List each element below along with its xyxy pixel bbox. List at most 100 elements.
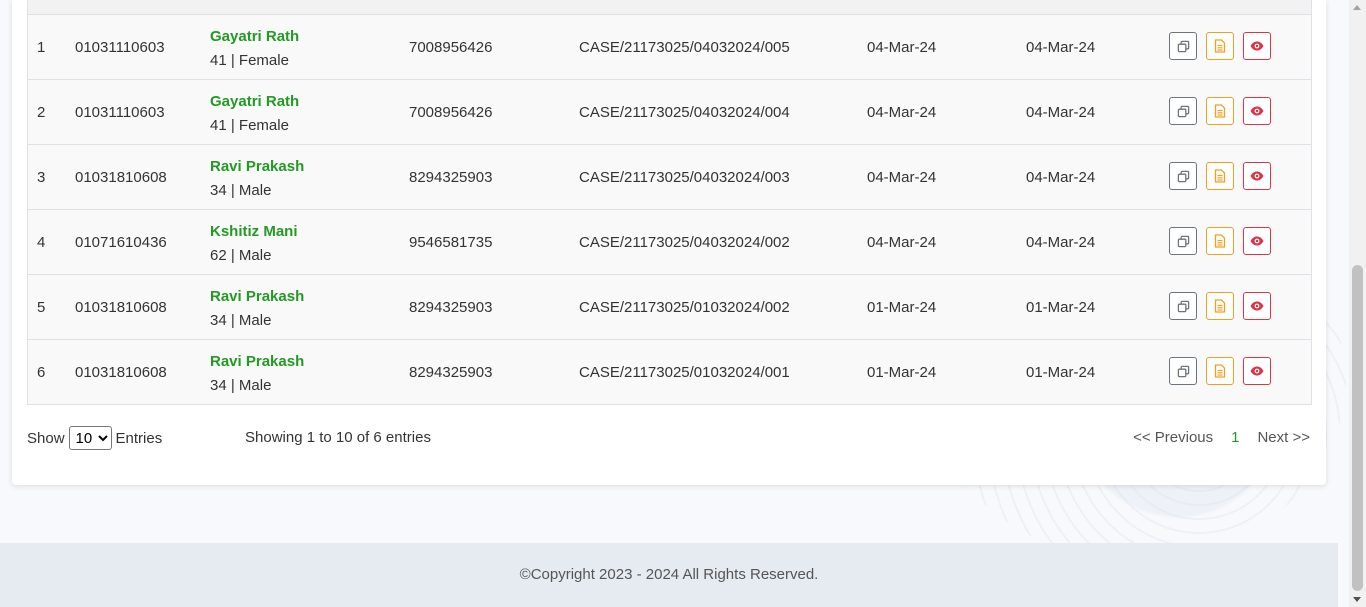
table-row: 1 01031110603 Gayatri Rath 41 | Female 7…	[28, 15, 1311, 80]
patient-name-link[interactable]: Gayatri Rath	[210, 92, 299, 112]
copy-button[interactable]	[1169, 227, 1197, 255]
patient-id: 01031810608	[75, 364, 167, 381]
case-date: 01-Mar-24	[867, 364, 937, 381]
row-number: 6	[37, 364, 46, 381]
view-button[interactable]	[1243, 32, 1271, 60]
eye-icon	[1250, 171, 1264, 181]
view-button[interactable]	[1243, 97, 1271, 125]
row-actions	[1169, 227, 1271, 255]
copy-icon	[1177, 105, 1190, 118]
document-button[interactable]	[1206, 227, 1234, 255]
copy-icon	[1177, 40, 1190, 53]
copy-button[interactable]	[1169, 32, 1197, 60]
view-button[interactable]	[1243, 292, 1271, 320]
table-row: 4 01071610436 Kshitiz Mani 62 | Male 954…	[28, 210, 1311, 275]
document-button[interactable]	[1206, 292, 1234, 320]
pagination: << Previous 1 Next >>	[1133, 429, 1310, 446]
document-button[interactable]	[1206, 357, 1234, 385]
copy-icon	[1177, 300, 1190, 313]
case-date: 04-Mar-24	[867, 104, 937, 121]
vertical-scrollbar[interactable]	[1349, 0, 1366, 607]
next-page-link[interactable]: Next >>	[1257, 429, 1310, 446]
document-icon	[1214, 234, 1226, 248]
entries-select[interactable]: 10	[68, 426, 112, 450]
row-actions	[1169, 97, 1271, 125]
copy-button[interactable]	[1169, 97, 1197, 125]
document-icon	[1214, 169, 1226, 183]
patient-info: Ravi Prakash 34 | Male	[210, 157, 304, 205]
copy-icon	[1177, 365, 1190, 378]
case-date: 04-Mar-24	[867, 39, 937, 56]
copy-button[interactable]	[1169, 357, 1197, 385]
patient-id: 01071610436	[75, 234, 167, 251]
row-number: 2	[37, 104, 46, 121]
document-button[interactable]	[1206, 32, 1234, 60]
scrollbar-thumb[interactable]	[1352, 265, 1363, 591]
case-number: CASE/21173025/01032024/001	[579, 364, 790, 381]
document-button[interactable]	[1206, 162, 1234, 190]
row-number: 3	[37, 169, 46, 186]
current-page[interactable]: 1	[1231, 429, 1239, 446]
table-row: 2 01031110603 Gayatri Rath 41 | Female 7…	[28, 80, 1311, 145]
patient-info: Gayatri Rath 41 | Female	[210, 27, 299, 75]
patient-name-link[interactable]: Ravi Prakash	[210, 157, 304, 177]
patient-id: 01031110603	[75, 39, 165, 56]
updated-date: 04-Mar-24	[1026, 234, 1096, 251]
patient-name-link[interactable]: Ravi Prakash	[210, 352, 304, 372]
results-card: 1 01031110603 Gayatri Rath 41 | Female 7…	[12, 0, 1326, 485]
patient-name-link[interactable]: Gayatri Rath	[210, 27, 299, 47]
patient-age-gender: 34 | Male	[210, 312, 272, 329]
patient-info: Ravi Prakash 34 | Male	[210, 352, 304, 400]
patient-age-gender: 41 | Female	[210, 117, 289, 134]
row-actions	[1169, 357, 1271, 385]
row-number: 5	[37, 299, 46, 316]
view-button[interactable]	[1243, 227, 1271, 255]
table-body: 1 01031110603 Gayatri Rath 41 | Female 7…	[28, 15, 1311, 404]
show-label: Show	[27, 429, 65, 447]
row-number: 1	[37, 39, 46, 56]
patient-age-gender: 41 | Female	[210, 52, 289, 69]
patient-id: 01031810608	[75, 169, 167, 186]
scroll-down-arrow-icon[interactable]	[1353, 597, 1361, 602]
case-date: 04-Mar-24	[867, 234, 937, 251]
view-button[interactable]	[1243, 162, 1271, 190]
phone-number: 8294325903	[409, 364, 493, 381]
updated-date: 01-Mar-24	[1026, 299, 1096, 316]
row-actions	[1169, 162, 1271, 190]
copy-button[interactable]	[1169, 162, 1197, 190]
patient-age-gender: 62 | Male	[210, 247, 272, 264]
updated-date: 01-Mar-24	[1026, 364, 1096, 381]
entries-label: Entries	[115, 429, 163, 447]
page-length-control: Show 10 Entries	[27, 426, 162, 450]
case-number: CASE/21173025/04032024/005	[579, 39, 790, 56]
table-header	[28, 0, 1311, 15]
eye-icon	[1250, 41, 1264, 51]
updated-date: 04-Mar-24	[1026, 169, 1096, 186]
phone-number: 8294325903	[409, 299, 493, 316]
case-date: 01-Mar-24	[867, 299, 937, 316]
table-row: 6 01031810608 Ravi Prakash 34 | Male 829…	[28, 340, 1311, 404]
patient-name-link[interactable]: Kshitiz Mani	[210, 222, 298, 242]
patient-info: Ravi Prakash 34 | Male	[210, 287, 304, 335]
previous-page-link[interactable]: << Previous	[1133, 429, 1213, 446]
copy-button[interactable]	[1169, 292, 1197, 320]
phone-number: 9546581735	[409, 234, 493, 251]
table-row: 5 01031810608 Ravi Prakash 34 | Male 829…	[28, 275, 1311, 340]
patient-id: 01031110603	[75, 104, 165, 121]
updated-date: 04-Mar-24	[1026, 104, 1096, 121]
phone-number: 7008956426	[409, 39, 493, 56]
scroll-up-arrow-icon[interactable]	[1353, 5, 1361, 10]
patient-name-link[interactable]: Ravi Prakash	[210, 287, 304, 307]
document-icon	[1214, 39, 1226, 53]
row-number: 4	[37, 234, 46, 251]
phone-number: 7008956426	[409, 104, 493, 121]
case-number: CASE/21173025/01032024/002	[579, 299, 790, 316]
site-footer: ©Copyright 2023 - 2024 All Rights Reserv…	[0, 543, 1338, 607]
document-button[interactable]	[1206, 97, 1234, 125]
patient-age-gender: 34 | Male	[210, 182, 272, 199]
view-button[interactable]	[1243, 357, 1271, 385]
document-icon	[1214, 104, 1226, 118]
patient-age-gender: 34 | Male	[210, 377, 272, 394]
patient-info: Kshitiz Mani 62 | Male	[210, 222, 298, 270]
phone-number: 8294325903	[409, 169, 493, 186]
